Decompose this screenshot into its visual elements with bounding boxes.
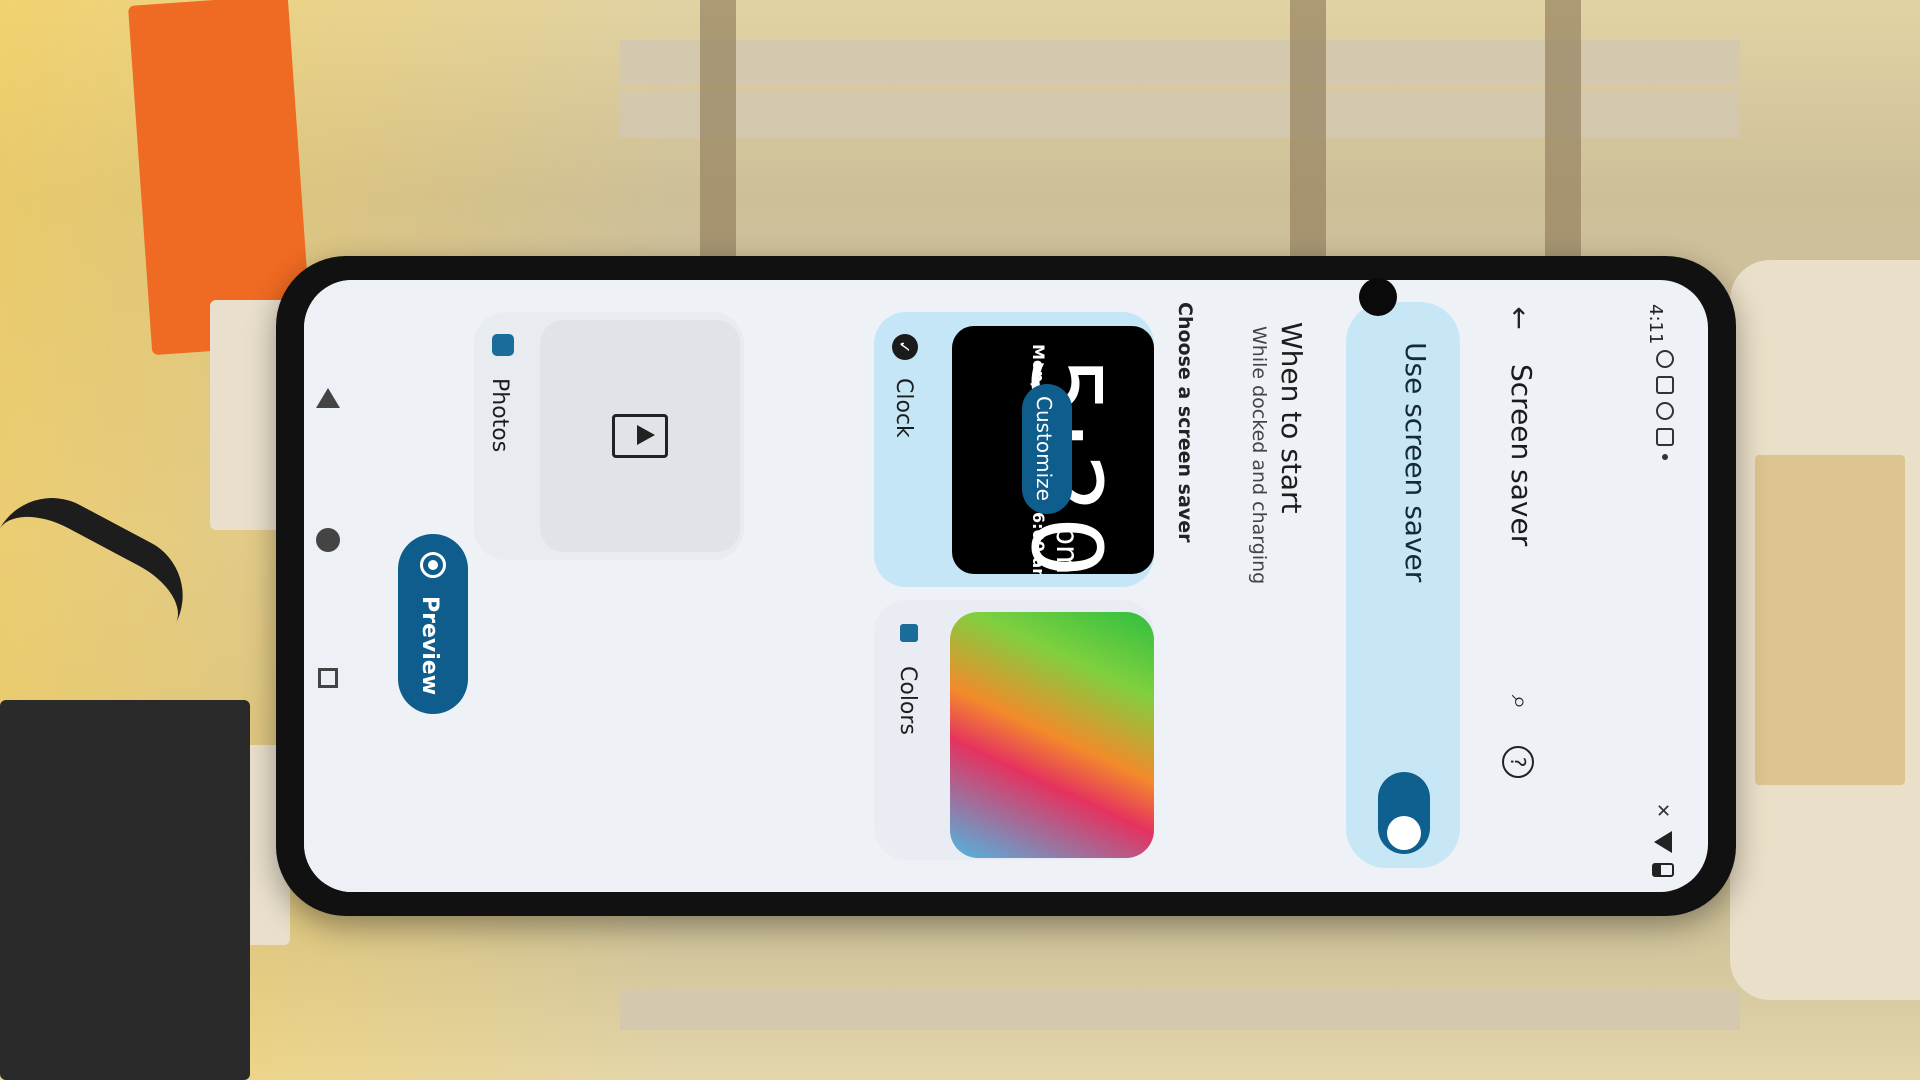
- background-shelf: [620, 990, 1740, 1030]
- photo-gallery-icon: [612, 414, 668, 458]
- photos-option-label: Photos: [487, 378, 512, 453]
- choose-screen-saver-heading: Choose a screen saver: [1174, 302, 1196, 543]
- warning-sticker: [1755, 455, 1905, 785]
- wifi-icon: [1654, 831, 1672, 853]
- background-post: [1545, 0, 1581, 270]
- switch-thumb: [1387, 816, 1421, 850]
- battery-icon: [1652, 863, 1674, 877]
- top-app-bar: ← Screen saver ⌕ ?: [1484, 280, 1604, 892]
- background-cable: [0, 476, 204, 630]
- search-icon[interactable]: ⌕: [1502, 684, 1538, 720]
- photos-preview: [540, 320, 740, 552]
- arrow-back-icon[interactable]: ←: [1500, 298, 1540, 338]
- use-screen-saver-switch[interactable]: [1378, 772, 1430, 854]
- colors-swatch-icon: [900, 624, 918, 642]
- use-screen-saver-toggle-card[interactable]: Use screen saver: [1346, 302, 1460, 868]
- status-time: 4:11: [1645, 304, 1666, 345]
- preview-label: Preview: [417, 596, 442, 696]
- nav-home-icon[interactable]: [316, 528, 340, 552]
- system-icons: ✕: [1652, 800, 1674, 877]
- preview-button[interactable]: Preview: [398, 534, 468, 714]
- clock-preview: 5:20 pm Mon, 4 July ⏰ Tue 6:00 am Custom…: [952, 326, 1154, 574]
- front-camera: [1359, 278, 1397, 316]
- circle-status-icon: [1656, 350, 1674, 368]
- navigation-bar: [304, 280, 374, 892]
- eye-icon: [420, 552, 446, 578]
- customize-label: Customize: [1032, 396, 1056, 501]
- use-screen-saver-label: Use screen saver: [1399, 342, 1432, 583]
- photos-option-card[interactable]: Photos: [474, 312, 744, 560]
- clock-option-card[interactable]: 5:20 pm Mon, 4 July ⏰ Tue 6:00 am Custom…: [874, 312, 1154, 587]
- when-to-start-title: When to start: [1275, 322, 1308, 514]
- background-block: [0, 700, 250, 1080]
- clock-option-label: Clock: [891, 378, 916, 438]
- battery-saver-status-icon: [1656, 428, 1674, 446]
- colors-preview: [950, 612, 1154, 858]
- dot-status-icon: [1662, 454, 1668, 460]
- background-post: [700, 0, 736, 270]
- status-icons: [1656, 350, 1674, 460]
- colors-option-card[interactable]: Colors: [874, 600, 1154, 860]
- help-icon[interactable]: ?: [1502, 746, 1534, 778]
- image-status-icon: [1656, 376, 1674, 394]
- nav-back-icon[interactable]: [316, 388, 340, 408]
- status-bar: 4:11 ✕: [1604, 280, 1708, 892]
- page-title: Screen saver: [1505, 364, 1538, 547]
- when-to-start-value: While docked and charging: [1248, 326, 1270, 585]
- photos-swatch-icon: [492, 334, 514, 356]
- clock-preview-ampm: pm: [1049, 526, 1084, 574]
- when-to-start-setting[interactable]: When to start While docked and charging: [1214, 302, 1334, 602]
- mute-icon: ✕: [1652, 802, 1674, 819]
- colors-option-label: Colors: [895, 666, 920, 735]
- check-icon: ✓: [892, 334, 918, 360]
- vpn-status-icon: [1656, 402, 1674, 420]
- customize-button[interactable]: Customize: [1022, 384, 1072, 514]
- phone-screen: 4:11 ✕ ← Screen saver ⌕ ? Use screen sav…: [304, 280, 1708, 892]
- nav-recents-icon[interactable]: [318, 668, 338, 688]
- background-post: [1290, 0, 1326, 270]
